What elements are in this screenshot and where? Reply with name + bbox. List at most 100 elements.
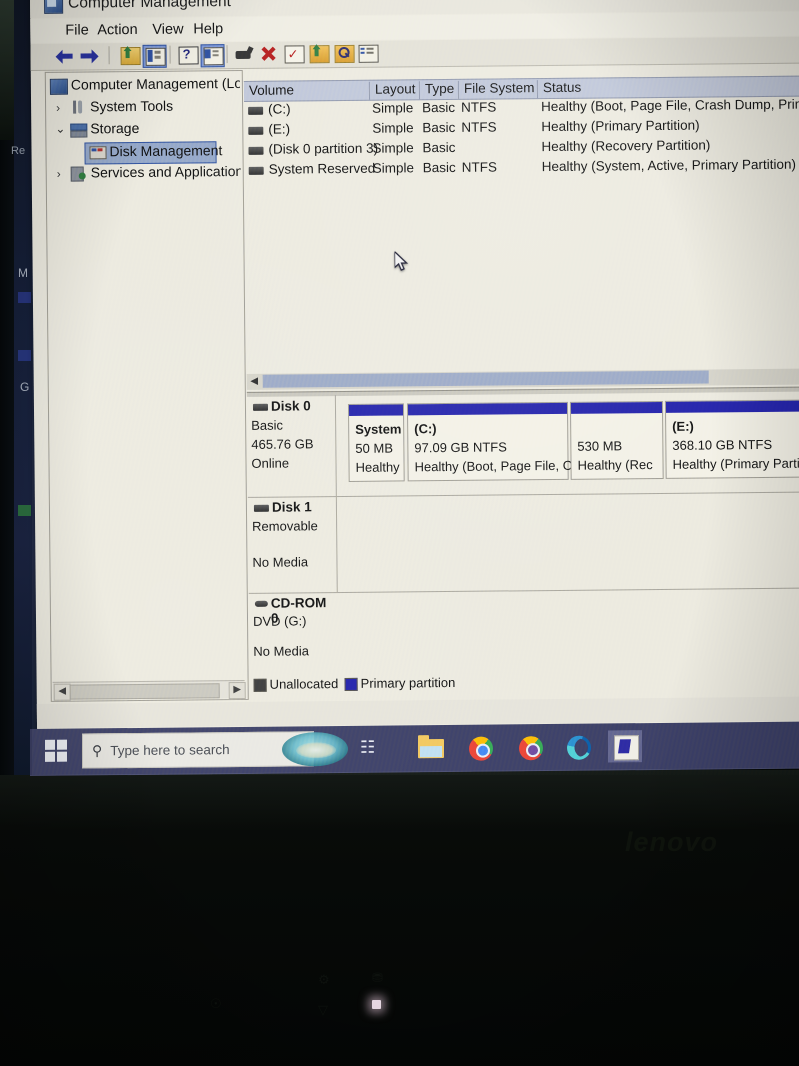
disk-line-3: No Media [253, 643, 310, 659]
cell-file-system: NTFS [461, 119, 497, 135]
cdrom-icon [254, 600, 268, 607]
disk-title: Disk 0 [270, 398, 311, 414]
partition-c-drive[interactable]: (C:) 97.09 GB NTFS Healthy (Boot, Page F… [406, 401, 572, 482]
search-icon[interactable] [332, 43, 355, 64]
toolbar-separator-3 [226, 45, 228, 64]
volume-disk-icon [248, 126, 264, 135]
legend-swatch-primary [344, 677, 358, 692]
scroll-left-arrow-icon[interactable]: ◀ [53, 683, 71, 701]
chevron-down-icon[interactable]: ⌄ [55, 122, 65, 136]
partition-bar [407, 402, 568, 416]
partition-e-drive[interactable]: (E:) 368.10 GB NTFS Healthy (Primary Par… [664, 399, 799, 479]
menu-help[interactable]: Help [188, 19, 228, 39]
graphical-disk-view: Disk 0 Basic 465.76 GB Online System 50 … [246, 390, 799, 676]
task-view-icon[interactable]: ☷ [360, 738, 375, 758]
storage-icon [70, 122, 88, 138]
cell-type: Basic [422, 119, 456, 136]
scroll-right-arrow-icon[interactable]: ▶ [228, 681, 246, 700]
delete-icon[interactable] [258, 44, 280, 65]
scrollbar-thumb[interactable] [69, 683, 220, 700]
cell-layout: Simple [372, 120, 414, 136]
disk-line-3: No Media [252, 554, 309, 570]
cell-volume: (Disk 0 partition 3) [268, 140, 379, 157]
laptop-screen: Computer Management File Action View Hel… [16, 0, 799, 776]
bezel-indicator-icon-4: ▽ [318, 1002, 328, 1017]
disk-management-icon [89, 146, 107, 160]
column-header-layout[interactable]: Layout [369, 81, 421, 100]
partition-status: Healthy (Rec [577, 457, 653, 473]
disk-partitions-cdrom [338, 587, 799, 672]
disk-info-0: Disk 0 Basic 465.76 GB Online [246, 395, 337, 497]
help-icon[interactable]: ? [176, 44, 199, 65]
view-icon[interactable] [356, 43, 379, 64]
app-window-icon[interactable] [608, 730, 642, 763]
disk-title: Disk 1 [271, 499, 312, 515]
computer-management-window: Computer Management File Action View Hel… [30, 0, 799, 732]
sidebar-label-storage: Storage [90, 119, 140, 137]
column-header-status[interactable]: Status [538, 77, 799, 98]
disk-row-1[interactable]: Disk 1 Removable No Media [247, 491, 799, 594]
up-folder-icon[interactable] [118, 45, 141, 66]
cell-type: Basic [422, 139, 456, 156]
scroll-left-arrow-icon-2[interactable]: ◀ [247, 374, 262, 389]
show-hide-action-pane-icon[interactable] [200, 44, 225, 68]
column-header-type[interactable]: Type [419, 80, 460, 100]
google-chrome-icon-2[interactable] [514, 731, 548, 763]
bezel-indicator-icon-3: ☉ [210, 996, 222, 1011]
cell-volume: (E:) [268, 121, 291, 137]
disk-management-pane: Volume Layout Type File System Status (C… [243, 64, 799, 698]
partition-label: (C:) [414, 421, 437, 437]
forward-arrow-icon[interactable] [78, 45, 100, 66]
bezel-indicator-icon-2: ⛃ [372, 970, 383, 985]
disk-partitions-1 [337, 491, 799, 592]
google-chrome-icon[interactable] [464, 732, 498, 764]
chevron-right-icon-2[interactable]: › [57, 167, 61, 181]
file-explorer-icon[interactable] [414, 732, 448, 764]
search-icon: ⚲ [92, 742, 103, 759]
show-hide-console-tree-icon[interactable] [142, 44, 167, 68]
partition-size: 530 MB [577, 438, 623, 454]
menu-file[interactable]: File [60, 20, 94, 40]
column-header-file-system[interactable]: File System [458, 80, 539, 99]
partition-size: 368.10 GB NTFS [672, 436, 773, 453]
toolbar-separator-1 [108, 46, 110, 65]
menu-action[interactable]: Action [92, 20, 143, 40]
bezel-sheen [0, 770, 799, 830]
disk-partitions-0: System 50 MB Healthy (C:) 97.09 GB NTFS … [336, 390, 799, 496]
partition-size: 97.09 GB NTFS [414, 439, 507, 456]
disk-row-cdrom[interactable]: CD-ROM 0 DVD (G:) No Media [249, 587, 799, 673]
cell-layout: Simple [372, 160, 415, 176]
properties-icon[interactable] [233, 44, 255, 65]
partition-label: (E:) [672, 418, 694, 434]
refresh-icon[interactable]: ✓ [282, 43, 305, 64]
partition-bar [348, 404, 404, 416]
cell-status: Healthy (Primary Partition) [541, 117, 700, 135]
volume-disk-icon [248, 166, 264, 175]
sidebar-item-disk-management[interactable]: Disk Management [84, 141, 222, 165]
lenovo-brand-logo: lenovo [625, 827, 719, 857]
disk-icon [252, 403, 269, 411]
sidebar-label-disk-management: Disk Management [109, 142, 223, 160]
back-arrow-icon[interactable] [54, 46, 76, 67]
windows-start-icon[interactable] [44, 739, 70, 765]
partition-bar [570, 401, 663, 414]
export-list-icon[interactable] [307, 43, 330, 64]
disk-line-1: Basic [251, 417, 284, 433]
computer-management-icon [44, 0, 64, 14]
search-placeholder: Type here to search [110, 742, 230, 759]
chevron-right-icon[interactable]: › [56, 101, 60, 115]
window-title: Computer Management [68, 0, 232, 12]
cell-volume: System Reserved [268, 160, 376, 177]
partition-size: 50 MB [355, 440, 394, 456]
cell-file-system: NTFS [461, 159, 498, 175]
search-input[interactable]: ⚲ Type here to search [82, 731, 314, 769]
partition-system-reserved[interactable]: System 50 MB Healthy [347, 403, 405, 482]
column-header-volume[interactable]: Volume [243, 81, 371, 101]
microsoft-edge-icon[interactable] [562, 731, 596, 763]
menu-view[interactable]: View [147, 19, 188, 39]
disk-row-0[interactable]: Disk 0 Basic 465.76 GB Online System 50 … [246, 390, 799, 498]
scrollbar-thumb-2[interactable] [262, 370, 709, 388]
partition-recovery[interactable]: 530 MB Healthy (Rec [569, 400, 664, 480]
tree-horizontal-scrollbar[interactable]: ◀ ▶ [52, 679, 246, 701]
mouse-cursor [393, 249, 410, 273]
